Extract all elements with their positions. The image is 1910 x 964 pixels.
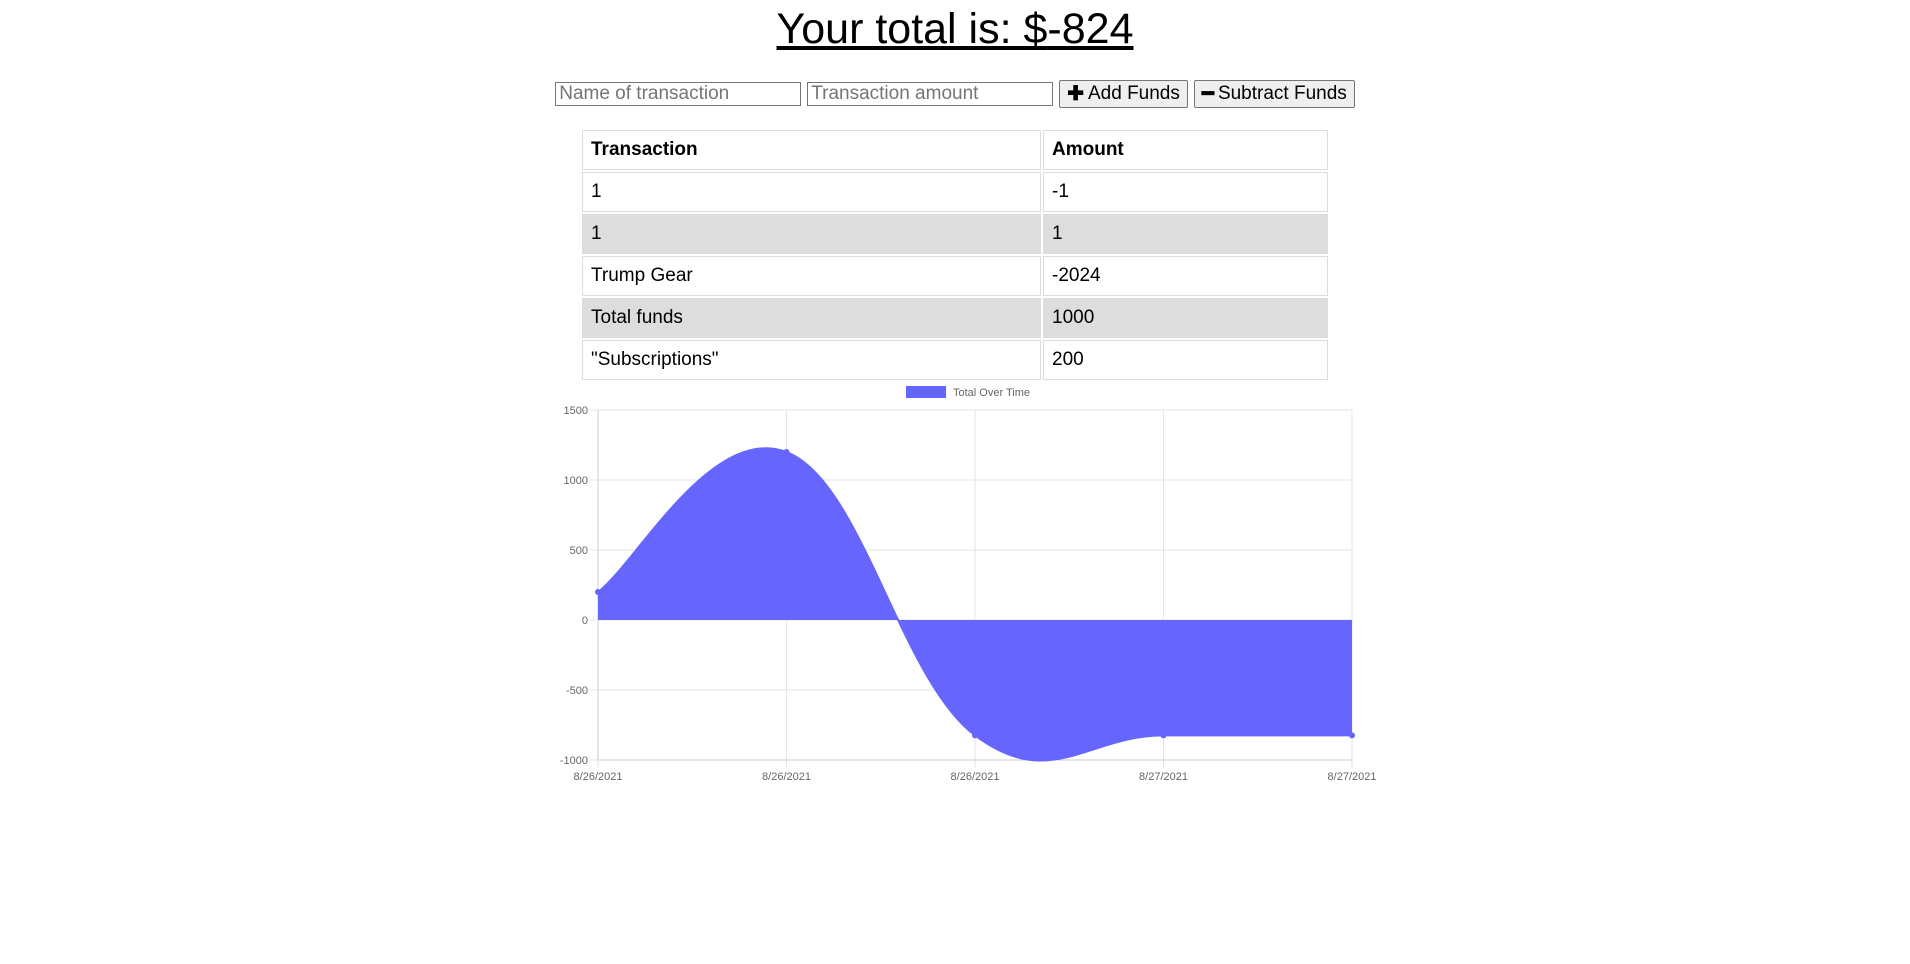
transaction-name-cell: "Subscriptions" <box>582 340 1041 380</box>
minus-icon: ━ <box>1201 83 1214 105</box>
x-tick-label: 8/26/2021 <box>762 771 811 783</box>
y-tick-label: 1000 <box>564 475 588 487</box>
transaction-name-cell: 1 <box>582 172 1041 212</box>
chart-container: 1500 1000 500 0 -500 -1000 8/26/2021 8/26/2021 8… <box>0 386 1910 821</box>
data-point <box>595 589 601 595</box>
y-tick-label: 0 <box>582 615 588 627</box>
x-tick-label: 8/27/2021 <box>1328 771 1377 783</box>
y-tick-label: 500 <box>570 545 588 557</box>
transaction-amount-cell: -2024 <box>1043 256 1328 296</box>
column-header-transaction: Transaction <box>582 130 1041 170</box>
subtract-funds-button[interactable]: ━ Subtract Funds <box>1193 80 1355 108</box>
table-row: 1 1 <box>582 214 1328 254</box>
legend-swatch <box>906 386 946 398</box>
transaction-name-cell: Trump Gear <box>582 256 1041 296</box>
page: Your total is: $-824 ✚ Add Funds ━ Subtr… <box>0 0 1910 821</box>
table-header-row: Transaction Amount <box>582 130 1328 170</box>
transaction-amount-cell: 1 <box>1043 214 1328 254</box>
subtract-funds-label: Subtract Funds <box>1217 83 1347 104</box>
transaction-name-cell: Total funds <box>582 298 1041 338</box>
table-row: "Subscriptions" 200 <box>582 340 1328 380</box>
y-tick-label: 1500 <box>564 405 588 417</box>
x-tick-label: 8/27/2021 <box>1139 771 1188 783</box>
transaction-amount-cell: -1 <box>1043 172 1328 212</box>
column-header-amount: Amount <box>1043 130 1328 170</box>
y-tick-label: -1000 <box>560 755 588 767</box>
transaction-name-cell: 1 <box>582 214 1041 254</box>
data-point <box>783 449 790 455</box>
transaction-name-input[interactable] <box>555 82 802 106</box>
total-value: -824 <box>1047 5 1134 53</box>
y-tick-label: -500 <box>566 685 588 697</box>
table-row: Total funds 1000 <box>582 298 1328 338</box>
data-point <box>1349 732 1355 739</box>
add-funds-button[interactable]: ✚ Add Funds <box>1059 80 1188 108</box>
x-tick-label: 8/26/2021 <box>574 771 623 783</box>
plus-icon: ✚ <box>1067 83 1084 105</box>
table-row: Trump Gear -2024 <box>582 256 1328 296</box>
transaction-amount-cell: 200 <box>1043 340 1328 380</box>
total-heading: Your total is: $-824 <box>0 0 1910 54</box>
total-over-time-chart: 1500 1000 500 0 -500 -1000 8/26/2021 8/26/2021 8… <box>560 386 1377 783</box>
transaction-amount-input[interactable] <box>807 82 1054 106</box>
table-row: 1 -1 <box>582 172 1328 212</box>
add-funds-label: Add Funds <box>1087 83 1180 104</box>
transactions-table: Transaction Amount 1 -1 1 1 Trump Gear -… <box>580 128 1330 382</box>
transaction-amount-cell: 1000 <box>1043 298 1328 338</box>
data-point <box>1160 732 1167 739</box>
total-label: Your total is: $ <box>776 5 1048 53</box>
x-tick-label: 8/26/2021 <box>951 771 1000 783</box>
data-point <box>972 732 978 739</box>
legend-label: Total Over Time <box>953 387 1030 399</box>
transaction-form: ✚ Add Funds ━ Subtract Funds <box>0 80 1910 108</box>
